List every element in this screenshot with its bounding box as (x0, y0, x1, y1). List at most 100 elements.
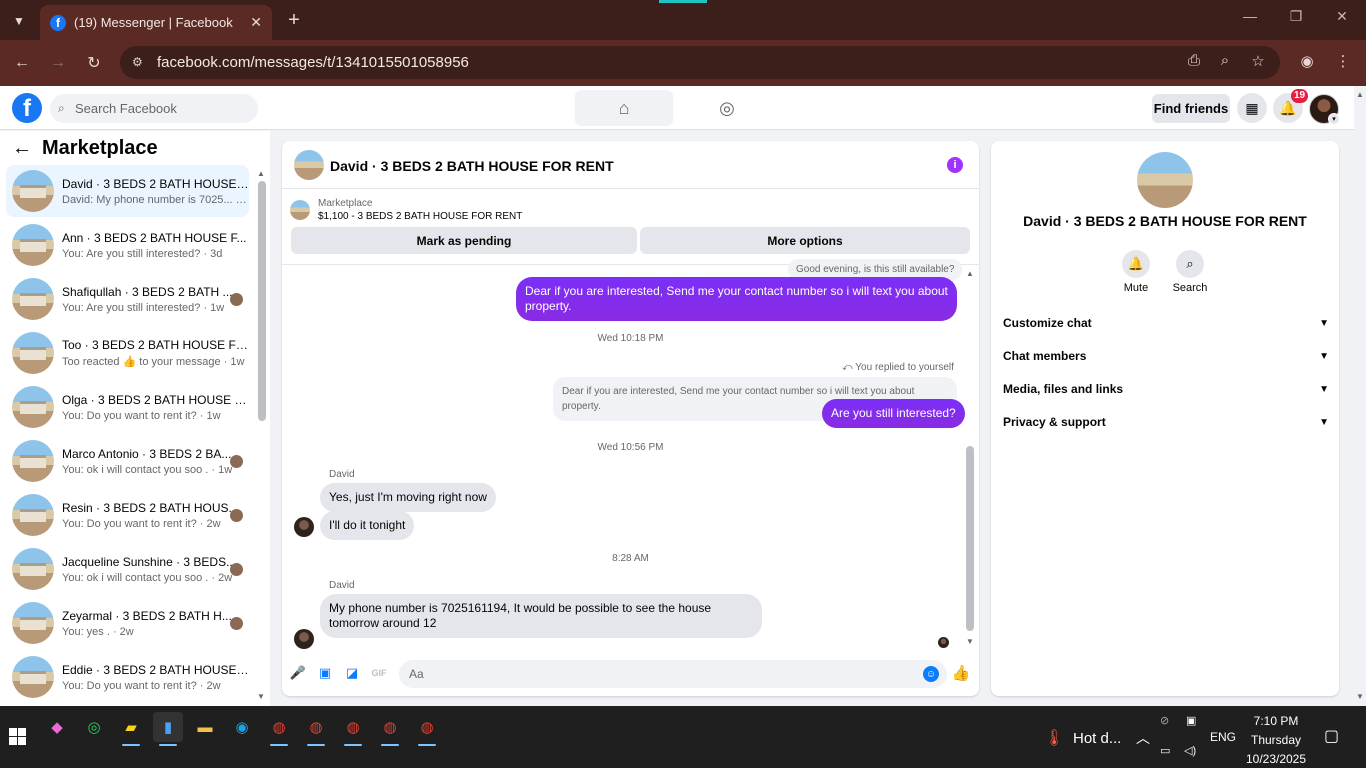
whatsapp-icon[interactable]: ◎ (79, 712, 109, 742)
read-receipt-avatar (938, 637, 949, 648)
notification-center-icon[interactable]: ▢ (1324, 726, 1339, 746)
timestamp: Wed 10:18 PM (597, 333, 664, 344)
conversation-item[interactable]: Eddie · 3 BEDS 2 BATH HOUSE ... You: Do y… (6, 651, 249, 703)
emoji-icon[interactable]: ☺ (923, 666, 939, 682)
conversation-item[interactable]: Shafiqullah · 3 BEDS 2 BATH ... You: Are … (6, 273, 249, 325)
chat-avatar[interactable] (294, 150, 324, 180)
chrome-icon[interactable]: ◍ (375, 712, 405, 746)
chrome-icon[interactable]: ◍ (412, 712, 442, 746)
notification-count-badge: 19 (1291, 89, 1309, 103)
bookmark-star-icon[interactable]: ☆ (1247, 52, 1269, 70)
account-caret-icon[interactable]: ▾ (1328, 113, 1340, 125)
facebook-logo-icon[interactable]: f (12, 93, 42, 123)
camera-off-icon[interactable]: ⊘ (1160, 714, 1169, 727)
reload-icon[interactable]: ↻ (83, 52, 105, 74)
conversation-item[interactable]: Too · 3 BEDS 2 BATH HOUSE FO... Too react… (6, 327, 249, 379)
copilot-icon[interactable]: ◆ (42, 712, 72, 742)
site-info-icon[interactable]: ⚙ (132, 55, 148, 71)
scroll-down-icon[interactable]: ▼ (966, 637, 974, 646)
tab-search-button[interactable]: ▼ (6, 8, 32, 34)
gif-icon[interactable]: GIF (371, 665, 387, 681)
chrome-icon[interactable]: ◍ (301, 712, 331, 746)
outgoing-message[interactable]: Dear if you are interested, Send me your… (516, 277, 957, 321)
browser-tab[interactable]: f (19) Messenger | Facebook ✕ (40, 5, 272, 40)
info-icon[interactable]: i (947, 157, 963, 173)
conversation-item[interactable]: Resin · 3 BEDS 2 BATH HOUS... You: Do you… (6, 489, 249, 541)
listing-thumbnail[interactable] (290, 200, 310, 220)
thumbs-up-icon[interactable]: 👍 (952, 665, 971, 682)
mute-button[interactable]: 🔔 Mute (1111, 250, 1161, 294)
chat-scrollbar[interactable] (966, 446, 974, 631)
scroll-down-icon[interactable]: ▼ (257, 692, 265, 701)
weather-text[interactable]: Hot d... (1073, 730, 1121, 747)
volume-icon[interactable]: ◁) (1184, 744, 1196, 757)
chat-title[interactable]: David · 3 BEDS 2 BATH HOUSE FOR RENT (330, 158, 614, 174)
page-scrollbar[interactable]: ▲ ▼ (1354, 86, 1366, 706)
install-app-icon[interactable]: ⎙ (1183, 52, 1205, 69)
incoming-message[interactable]: Yes, just I'm moving right now (320, 483, 496, 512)
windows-start-icon[interactable] (9, 728, 26, 745)
groups-tab[interactable]: ◎ (678, 90, 776, 126)
back-arrow-icon[interactable]: ← (12, 137, 32, 160)
forward-icon[interactable]: → (47, 52, 69, 74)
zoom-icon[interactable]: ⌕ (1214, 52, 1236, 69)
info-section-row[interactable]: Chat members ▼ (1003, 345, 1329, 367)
address-bar[interactable]: ⚙ facebook.com/messages/t/13410155010589… (120, 46, 1280, 79)
scroll-up-icon[interactable]: ▲ (1356, 90, 1364, 99)
browser-menu-icon[interactable]: ⋮ (1332, 52, 1354, 70)
conversation-text: David · 3 BEDS 2 BATH HOUSE ... David: My… (62, 177, 249, 206)
scroll-up-icon[interactable]: ▲ (257, 169, 265, 178)
incoming-message[interactable]: My phone number is 7025161194, It would … (320, 594, 762, 638)
mark-as-pending-button[interactable]: Mark as pending (291, 227, 637, 254)
new-tab-button[interactable]: + (282, 8, 306, 32)
chrome-icon[interactable]: ◍ (264, 712, 294, 746)
thermometer-icon[interactable]: 🌡 (1044, 728, 1064, 748)
conversation-avatar[interactable] (1137, 152, 1193, 208)
sticky-notes-icon[interactable]: ▰ (116, 712, 146, 746)
sender-avatar[interactable] (294, 629, 314, 649)
scroll-down-icon[interactable]: ▼ (1356, 692, 1364, 701)
language-indicator[interactable]: ENG (1210, 730, 1236, 744)
edge-icon[interactable]: ◉ (227, 712, 257, 742)
conversation-item[interactable]: Ann · 3 BEDS 2 BATH HOUSE F... You: Are y… (6, 219, 249, 271)
back-icon[interactable]: ← (11, 52, 33, 74)
sidebar-scrollbar[interactable] (258, 181, 266, 421)
microphone-icon[interactable]: 🎤 (290, 665, 306, 681)
info-section-row[interactable]: Privacy & support ▼ (1003, 411, 1329, 433)
close-window-button[interactable]: ✕ (1322, 8, 1362, 25)
network-icon[interactable]: ▭ (1160, 744, 1170, 757)
sticker-icon[interactable]: ◪ (344, 665, 360, 681)
facebook-search-input[interactable]: ⌕ Search Facebook (50, 94, 258, 123)
conversation-item[interactable]: Zeyarmal · 3 BEDS 2 BATH H... You: yes . … (6, 597, 249, 649)
search-in-chat-button[interactable]: ⌕ Search (1165, 250, 1215, 294)
webcam-icon[interactable]: ▣ (1186, 714, 1196, 727)
chrome-icon[interactable]: ◍ (338, 712, 368, 746)
scroll-up-icon[interactable]: ▲ (966, 269, 974, 278)
conversation-text: Olga · 3 BEDS 2 BATH HOUSE F... You: Do y… (62, 393, 249, 422)
message-input[interactable]: Aa ☺ (399, 660, 947, 688)
tray-chevron-icon[interactable]: ︿ (1136, 728, 1150, 748)
system-clock[interactable]: 7:10 PM Thursday 10/23/2025 (1242, 712, 1310, 768)
pinned-app-icon[interactable]: ▮ (153, 712, 183, 746)
maximize-button[interactable]: ❐ (1276, 8, 1316, 25)
info-section-row[interactable]: Media, files and links ▼ (1003, 378, 1329, 400)
conversation-item[interactable]: David · 3 BEDS 2 BATH HOUSE ... David: My… (6, 165, 249, 217)
find-friends-button[interactable]: Find friends (1152, 94, 1230, 123)
info-section-row[interactable]: Customize chat ▼ (1003, 312, 1329, 334)
sender-avatar[interactable] (294, 517, 314, 537)
conversation-item[interactable]: Jacqueline Sunshine · 3 BEDS... You: ok i… (6, 543, 249, 595)
listing-title[interactable]: $1,100 - 3 BEDS 2 BATH HOUSE FOR RENT (318, 211, 522, 222)
profile-icon[interactable]: ◉ (1296, 52, 1318, 70)
incoming-message[interactable]: I'll do it tonight (320, 511, 415, 540)
tab-close-icon[interactable]: ✕ (250, 14, 262, 31)
minimize-button[interactable]: — (1230, 8, 1270, 24)
conversation-preview: You: Do you want to rent it? · 2w (62, 517, 221, 530)
file-explorer-icon[interactable]: ▬ (190, 712, 220, 742)
more-options-button[interactable]: More options (640, 227, 970, 254)
conversation-item[interactable]: Olga · 3 BEDS 2 BATH HOUSE F... You: Do y… (6, 381, 249, 433)
home-tab[interactable]: ⌂ (575, 90, 673, 126)
outgoing-message[interactable]: Are you still interested? (822, 399, 965, 428)
conversation-item[interactable]: Marco Antonio · 3 BEDS 2 BA... You: ok i … (6, 435, 249, 487)
menu-grid-icon[interactable]: ▦ (1237, 93, 1267, 123)
photo-icon[interactable]: ▣ (317, 665, 333, 681)
